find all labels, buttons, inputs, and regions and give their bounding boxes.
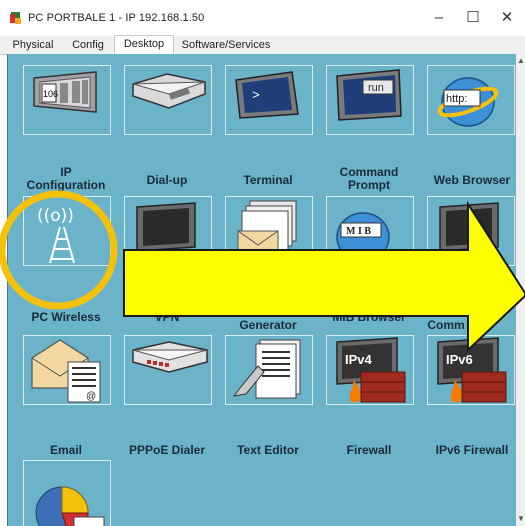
ip-configuration-label-line1: IP	[60, 165, 72, 179]
close-button[interactable]: ✕	[490, 4, 524, 32]
firewall-label: Firewall	[346, 443, 392, 457]
dial-up-label: Dial-up	[146, 173, 188, 187]
communication-icon	[439, 202, 499, 252]
email-icon: @	[31, 339, 101, 403]
ip-configuration-tile[interactable]: 106	[23, 65, 111, 135]
traffic-generator-tile[interactable]	[225, 196, 313, 266]
vertical-scrollbar[interactable]: ▲ ▼	[516, 54, 525, 526]
minimize-button[interactable]: –	[422, 4, 456, 32]
pppoe-dialer-icon	[132, 341, 208, 373]
vpn-icon	[136, 202, 196, 252]
mib-browser-tile[interactable]: M I B	[326, 196, 414, 266]
scroll-up-arrow-icon[interactable]: ▲	[517, 56, 525, 65]
window-titlebar: PC PORTBALE 1 - IP 192.168.1.50 – ☐ ✕	[0, 0, 525, 36]
ipv6-firewall-screen-text: IPv6	[446, 352, 473, 367]
command-prompt-label-line1: Command	[339, 165, 399, 179]
wireless-signal-glyph: ((o))	[37, 206, 74, 226]
netflow-chart-tile[interactable]	[23, 460, 111, 526]
traffic-generator-label: Generator	[239, 318, 297, 332]
web-browser-tile[interactable]: http:	[427, 65, 515, 135]
pppoe-dialer-tile[interactable]	[124, 335, 212, 405]
terminal-label: Terminal	[243, 173, 293, 187]
ipv6-firewall-icon: IPv6	[437, 337, 507, 403]
terminal-prompt-text: >	[252, 88, 260, 103]
terminal-icon: >	[235, 71, 299, 119]
text-editor-icon	[232, 339, 301, 399]
email-label: Email	[49, 443, 82, 457]
firewall-screen-text: IPv4	[345, 352, 373, 367]
netflow-chart-icon	[35, 486, 105, 526]
ipv6-firewall-label: IPv6 Firewall	[435, 443, 509, 457]
command-prompt-icon: run	[336, 69, 402, 121]
ip-configuration-icon: 106	[33, 71, 97, 113]
ip-configuration-label-line2: Configuration	[26, 178, 106, 192]
ipv6-firewall-tile[interactable]: IPv6	[427, 335, 515, 405]
pc-wireless-label: PC Wireless	[31, 310, 101, 324]
firewall-tile[interactable]: IPv4	[326, 335, 414, 405]
maximize-button[interactable]: ☐	[456, 4, 490, 32]
text-editor-label: Text Editor	[237, 443, 299, 457]
desktop-app-grid: 106 > run http: IP Configuration Dial-up…	[7, 54, 517, 526]
pppoe-dialer-label: PPPoE Dialer	[128, 443, 206, 457]
email-at-glyph: @	[86, 391, 96, 402]
web-browser-label: Web Browser	[433, 173, 511, 187]
tab-physical[interactable]: Physical	[6, 37, 60, 53]
dial-up-icon	[132, 73, 206, 109]
command-prompt-tile[interactable]: run	[326, 65, 414, 135]
vpn-tile[interactable]	[124, 196, 212, 266]
traffic-generator-icon	[237, 200, 297, 258]
web-browser-icon: http:	[437, 77, 499, 127]
web-browser-screen-text: http:	[446, 93, 467, 105]
mib-browser-icon: M I B	[336, 212, 390, 262]
pc-wireless-icon: ((o))	[37, 206, 75, 264]
tab-desktop[interactable]: Desktop	[114, 35, 174, 55]
terminal-tile[interactable]: >	[225, 65, 313, 135]
packet-tracer-app-icon	[10, 12, 21, 24]
command-prompt-label-line2: Prompt	[348, 178, 390, 192]
dial-up-tile[interactable]	[124, 65, 212, 135]
ip-config-screen-text: 106	[43, 89, 58, 99]
text-editor-tile[interactable]	[225, 335, 313, 405]
mib-browser-label: MIB Browser	[332, 310, 406, 324]
communication-tile[interactable]	[427, 196, 515, 266]
vpn-label: VPN	[154, 310, 180, 324]
communication-label: Comm	[427, 318, 465, 332]
tab-bar: Physical Config Desktop Software/Service…	[0, 35, 525, 55]
mib-screen-text: M I B	[346, 226, 371, 237]
scroll-down-arrow-icon[interactable]: ▼	[517, 514, 525, 523]
window-title: PC PORTBALE 1 - IP 192.168.1.50	[28, 12, 205, 24]
command-prompt-screen-text: run	[368, 82, 384, 94]
pc-wireless-tile[interactable]: ((o))	[23, 196, 111, 266]
firewall-icon: IPv4	[336, 337, 406, 403]
email-tile[interactable]: @	[23, 335, 111, 405]
tab-software-services[interactable]: Software/Services	[174, 37, 278, 53]
tab-config[interactable]: Config	[62, 37, 114, 53]
